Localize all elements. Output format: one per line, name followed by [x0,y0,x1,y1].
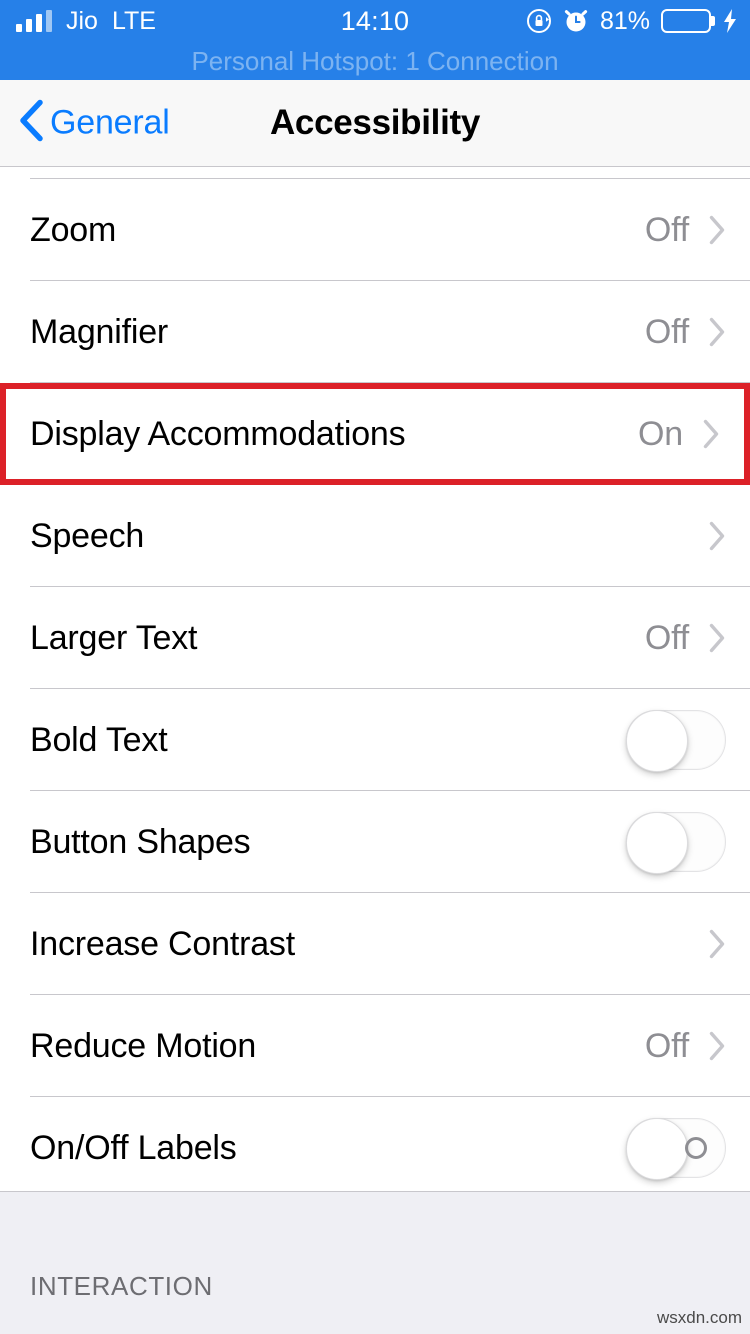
toggle-button-shapes[interactable] [626,812,726,874]
settings-row-reduce-motion[interactable]: Reduce Motion Off [0,995,750,1097]
row-label: Bold Text [30,720,168,759]
row-label: Increase Contrast [30,924,295,963]
settings-row-magnifier[interactable]: Magnifier Off [0,281,750,383]
toggle-knob [626,710,688,772]
chevron-right-icon [703,419,719,449]
battery-icon [661,9,715,33]
chevron-right-icon [709,317,725,347]
row-disclosure [709,1031,726,1061]
charging-bolt-icon [722,8,738,34]
watermark: wsxdn.com [656,1308,742,1327]
row-label: Reduce Motion [30,1026,257,1065]
settings-row-increase-contrast[interactable]: Increase Contrast [0,893,750,995]
settings-row-zoom[interactable]: Zoom Off [0,179,750,281]
row-value: On [638,414,683,453]
toggle-bold-text[interactable] [626,710,726,772]
status-bar: Jio LTE 14:10 81% Personal Hotspot: 1 Co… [0,0,750,80]
row-value: Off [644,312,689,351]
personal-hotspot-banner: Personal Hotspot: 1 Connection [191,46,559,76]
settings-table: Zoom Off Magnifier Off Display Accommodation… [0,167,750,1199]
row-label: On/Off Labels [30,1128,237,1167]
settings-row-display-accommodations[interactable]: Display Accommodations On [0,383,750,485]
row-disclosure [703,419,720,449]
row-label: Button Shapes [30,822,251,861]
row-disclosure [709,215,726,245]
row-disclosure [709,929,726,959]
row-disclosure [709,521,726,551]
row-label: Larger Text [30,618,198,657]
chevron-right-icon [709,929,725,959]
settings-row-speech[interactable]: Speech [0,485,750,587]
battery-percentage: 81% [599,6,650,35]
iphone-screen: Jio LTE 14:10 81% Personal Hotspot: 1 Co… [0,0,750,1334]
alarm-clock-icon [563,8,589,34]
row-label: Speech [30,516,145,555]
row-disclosure [709,317,726,347]
rotation-lock-icon [526,8,552,34]
status-bar-row: Jio LTE 14:10 81% [0,0,750,42]
toggle-knob [626,812,688,874]
settings-row-button-shapes[interactable]: Button Shapes [0,791,750,893]
row-value: Off [644,1026,689,1065]
toggle-off-label-icon [685,1137,707,1159]
row-label: Zoom [30,210,117,249]
chevron-right-icon [709,521,725,551]
settings-row-on-off-labels[interactable]: On/Off Labels [0,1097,750,1199]
toggle-on-off-labels[interactable] [626,1118,726,1180]
toggle-knob [626,1118,688,1180]
interaction-section: INTERACTION [0,1191,750,1334]
row-label: Display Accommodations [30,414,406,453]
status-bar-right: 81% [526,7,750,36]
section-header-interaction: INTERACTION [30,1271,213,1301]
settings-row-bold-text[interactable]: Bold Text [0,689,750,791]
row-disclosure [709,623,726,653]
page-title: Accessibility [269,103,481,142]
chevron-right-icon [709,623,725,653]
settings-row-larger-text[interactable]: Larger Text Off [0,587,750,689]
row-value: Off [644,618,689,657]
row-value: Off [644,210,689,249]
chevron-right-icon [709,215,725,245]
chevron-right-icon [709,1031,725,1061]
navigation-bar: General Accessibility [0,80,750,167]
row-label: Magnifier [30,312,169,351]
settings-row-list: Zoom Off Magnifier Off Display Accommodation… [0,179,750,1199]
